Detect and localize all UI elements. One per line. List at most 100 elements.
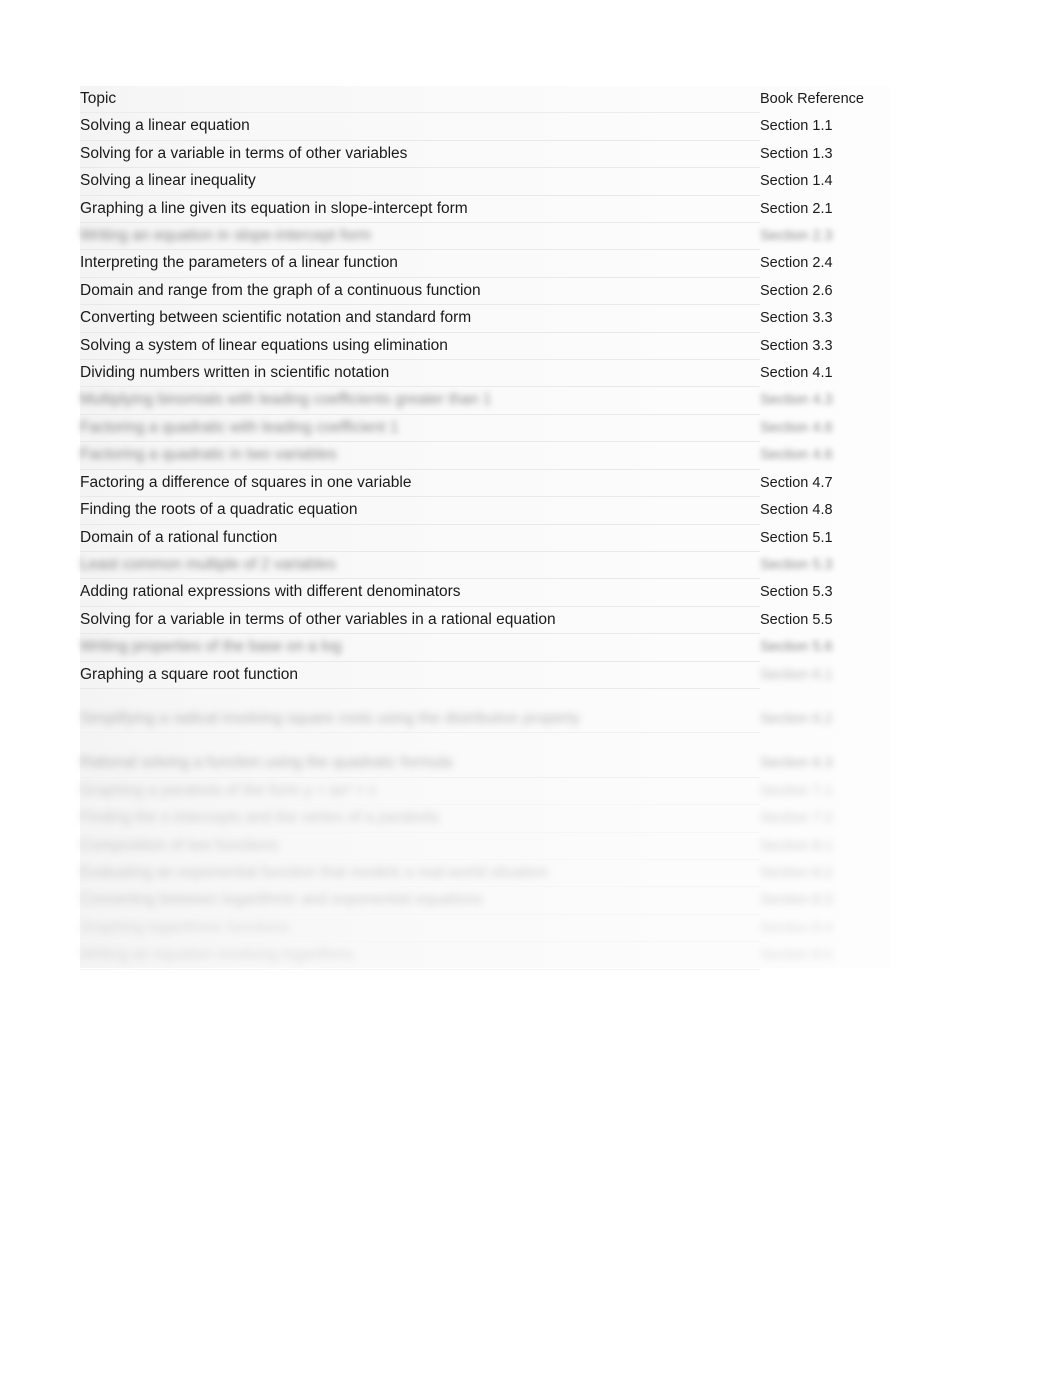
cell-topic: Interpreting the parameters of a linear … (80, 249, 760, 278)
cell-book-reference: Section 8.2 (760, 864, 833, 881)
cell-topic: Graphing logarithmic functions (80, 914, 760, 943)
cell-book-reference: Section 7.1 (760, 782, 833, 799)
column-header-book-reference: Book Reference (760, 91, 864, 107)
column-header-topic: Topic (80, 86, 760, 114)
table-row: Factoring a difference of squares in one… (80, 469, 890, 498)
cell-book-reference (760, 688, 890, 706)
topic-reference-table: Topic Book Reference Solving a linear eq… (80, 86, 890, 970)
table-row: Graphing logarithmic functions Section 8.… (80, 914, 890, 943)
table-row: Multiplying binomials with leading coeff… (80, 386, 890, 415)
table-row (80, 733, 890, 751)
table-row: Adding rational expressions with differe… (80, 578, 890, 607)
cell-book-reference: Section 2.4 (760, 255, 833, 272)
cell-book-reference: Section 4.1 (760, 365, 833, 382)
cell-topic: Domain of a rational function (80, 524, 760, 552)
table-row: Composition of two functions Section 8.1 (80, 832, 890, 860)
cell-topic: Graphing a parabola of the form y = ax² … (80, 777, 760, 806)
table-row: Converting between scientific notation a… (80, 304, 890, 333)
cell-book-reference: Section 5.6 (760, 639, 833, 656)
cell-topic: Solving a linear inequality (80, 167, 760, 196)
cell-topic: Factoring a difference of squares in one… (80, 469, 760, 498)
cell-topic: Solving a system of linear equations usi… (80, 332, 760, 361)
cell-topic: Composition of two functions (80, 832, 760, 860)
table-body: Solving a linear equation Section 1.1 Solv… (80, 112, 890, 970)
cell-topic: Factoring a quadratic with leading coeff… (80, 414, 760, 443)
cell-topic: Simplifying a radical involving square r… (80, 705, 760, 734)
cell-topic: Writing an equation in slope-intercept f… (80, 222, 760, 251)
table-row: Writing an equation in slope-intercept f… (80, 222, 890, 251)
cell-book-reference: Section 6.1 (760, 666, 833, 683)
table-row: Simplifying a radical involving square r… (80, 705, 890, 734)
cell-book-reference: Section 4.7 (760, 474, 833, 491)
cell-book-reference: Section 4.6 (760, 419, 833, 436)
cell-topic: Writing an equation involving logarithms (80, 941, 760, 970)
cell-topic: Adding rational expressions with differe… (80, 578, 760, 607)
table-row: Dividing numbers written in scientific n… (80, 359, 890, 388)
table-row: Finding the x-intercepts and the vertex … (80, 804, 890, 833)
cell-book-reference: Section 5.3 (760, 584, 833, 601)
cell-book-reference: Section 7.2 (760, 810, 833, 827)
cell-book-reference: Section 4.8 (760, 502, 833, 519)
cell-book-reference: Section 6.3 (760, 755, 833, 772)
cell-book-reference: Section 8.3 (760, 892, 833, 909)
cell-book-reference: Section 3.3 (760, 310, 833, 327)
table-row: Solving a system of linear equations usi… (80, 332, 890, 361)
cell-book-reference: Section 4.3 (760, 392, 833, 409)
table-row: Solving for a variable in terms of other… (80, 606, 890, 635)
table-row: Finding the roots of a quadratic equatio… (80, 496, 890, 525)
table-row: Interpreting the parameters of a linear … (80, 249, 890, 278)
table-row: Writing properties of the base on a log S… (80, 633, 890, 662)
cell-topic: Solving for a variable in terms of other… (80, 140, 760, 169)
table-row: Domain and range from the graph of a con… (80, 277, 890, 306)
cell-book-reference: Section 1.3 (760, 145, 833, 162)
table-row: Least common multiple of 2 variables Sect… (80, 551, 890, 580)
cell-topic: Evaluating an exponential function that … (80, 859, 760, 888)
cell-book-reference: Section 4.6 (760, 447, 833, 464)
document-sheet: Topic Book Reference Solving a linear eq… (0, 0, 1062, 1377)
cell-topic: Dividing numbers written in scientific n… (80, 359, 760, 388)
table-row: Factoring a quadratic in two variables Se… (80, 441, 890, 470)
cell-book-reference: Section 5.3 (760, 556, 833, 573)
table-row: Solving for a variable in terms of other… (80, 140, 890, 169)
cell-book-reference: Section 8.4 (760, 919, 833, 936)
cell-topic: Finding the x-intercepts and the vertex … (80, 804, 760, 833)
cell-book-reference: Section 1.4 (760, 173, 833, 190)
cell-book-reference: Section 2.1 (760, 200, 833, 217)
cell-topic: Writing properties of the base on a log (80, 633, 760, 662)
table-row (80, 688, 890, 706)
table-row: Solving a linear inequality Section 1.4 (80, 167, 890, 196)
table-row: Rational solving a function using the qu… (80, 750, 890, 778)
table-row: Factoring a quadratic with leading coeff… (80, 414, 890, 443)
table-row: Solving a linear equation Section 1.1 (80, 112, 890, 141)
table-row: Graphing a line given its equation in sl… (80, 195, 890, 224)
cell-book-reference: Section 1.1 (760, 118, 833, 135)
table-row: Graphing a parabola of the form y = ax² … (80, 777, 890, 806)
table-row: Evaluating an exponential function that … (80, 859, 890, 888)
cell-topic: Converting between scientific notation a… (80, 304, 760, 333)
cell-topic: Graphing a line given its equation in sl… (80, 195, 760, 224)
cell-topic: Graphing a square root function (80, 661, 760, 689)
cell-topic: Converting between logarithmic and expon… (80, 886, 760, 915)
table-header: Topic Book Reference (80, 86, 890, 114)
cell-book-reference: Section 5.1 (760, 529, 833, 546)
cell-topic: Rational solving a function using the qu… (80, 750, 760, 778)
cell-topic: Multiplying binomials with leading coeff… (80, 386, 760, 415)
cell-book-reference: Section 2.6 (760, 282, 833, 299)
cell-book-reference: Section 3.3 (760, 337, 833, 354)
cell-book-reference: Section 5.5 (760, 611, 833, 628)
cell-book-reference: Section 8.1 (760, 837, 833, 854)
cell-book-reference: Section 6.2 (760, 710, 833, 727)
table-row: Writing an equation involving logarithms… (80, 941, 890, 970)
cell-topic (80, 688, 760, 706)
cell-topic: Factoring a quadratic in two variables (80, 441, 760, 470)
table-header-row: Topic Book Reference (80, 86, 890, 114)
table-row: Converting between logarithmic and expon… (80, 886, 890, 915)
cell-topic (80, 733, 760, 751)
cell-book-reference: Section 2.3 (760, 228, 833, 245)
cell-topic: Finding the roots of a quadratic equatio… (80, 496, 760, 525)
cell-topic: Solving a linear equation (80, 112, 760, 141)
cell-book-reference: Section 8.5 (760, 947, 833, 964)
topic-reference-table-container: Topic Book Reference Solving a linear eq… (80, 86, 980, 970)
cell-topic: Least common multiple of 2 variables (80, 551, 760, 580)
cell-topic: Domain and range from the graph of a con… (80, 277, 760, 306)
